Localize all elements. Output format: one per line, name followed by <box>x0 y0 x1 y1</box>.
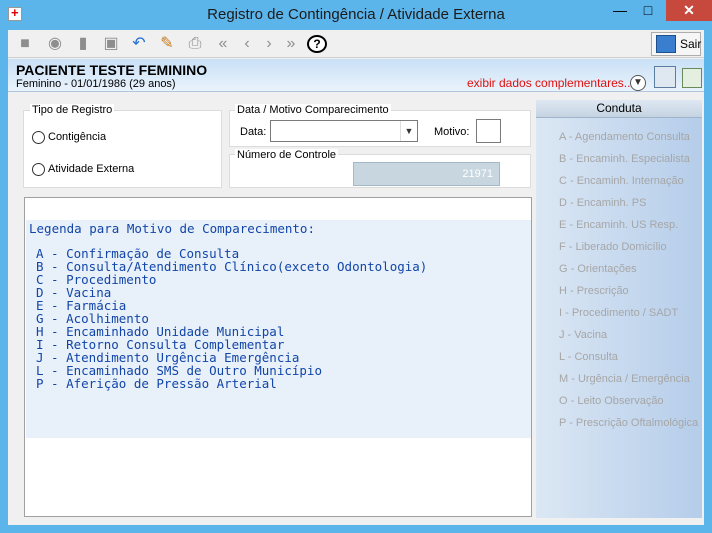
comparecimento-group: Data / Motivo Comparecimento Data: ▼ Mot… <box>229 104 531 147</box>
conduta-item[interactable]: P - Prescrição Oftalmológica <box>559 416 698 438</box>
conduta-item[interactable]: O - Leito Observação <box>559 394 698 416</box>
legend-title: Legenda para Motivo de Comparecimento: <box>29 221 315 236</box>
comparecimento-label: Data / Motivo Comparecimento <box>235 104 391 116</box>
title-bar: Registro de Contingência / Atividade Ext… <box>0 0 712 30</box>
conduta-item[interactable]: C - Encaminh. Internação <box>559 174 698 196</box>
toolbar: ■ ◉ ▮ ▣ ↶ ✎ ⎙ « ‹ › » ? Sair <box>8 30 704 58</box>
minimize-button[interactable]: — <box>606 0 634 21</box>
data-select[interactable]: ▼ <box>270 120 418 142</box>
tipo-registro-label: Tipo de Registro <box>30 104 115 116</box>
radio-atividade-externa[interactable] <box>32 163 45 176</box>
conduta-item[interactable]: L - Consulta <box>559 350 698 372</box>
conduta-item[interactable]: J - Vacina <box>559 328 698 350</box>
last-icon[interactable]: » <box>280 33 302 55</box>
conduta-item[interactable]: F - Liberado Domicílio <box>559 240 698 262</box>
conduta-panel: Conduta A - Agendamento Consulta B - Enc… <box>536 100 702 518</box>
patient-info: Feminino - 01/01/1986 (29 anos) <box>16 78 176 90</box>
conduta-item[interactable]: G - Orientações <box>559 262 698 284</box>
conduta-item[interactable]: A - Agendamento Consulta <box>559 130 698 152</box>
patient-profile-icon[interactable] <box>682 68 702 88</box>
conduta-item[interactable]: E - Encaminh. US Resp. <box>559 218 698 240</box>
chevron-down-icon[interactable]: ▼ <box>400 121 417 141</box>
controle-number-field: 21971 <box>353 162 500 186</box>
tipo-registro-group: Tipo de Registro Contigência Atividade E… <box>23 104 222 188</box>
patient-record-icon[interactable] <box>654 66 676 88</box>
controle-group: Número de Controle 21971 <box>229 149 531 188</box>
next-icon[interactable]: › <box>258 33 280 55</box>
exit-door-icon <box>656 35 676 53</box>
print-icon[interactable]: ⎙ <box>184 33 206 55</box>
data-label: Data: <box>240 126 267 138</box>
patient-header: PACIENTE TESTE FEMININO Feminino - 01/01… <box>8 59 704 92</box>
trash-icon[interactable]: ▣ <box>100 33 122 55</box>
controle-label: Número de Controle <box>235 149 339 161</box>
legend-item: P - Aferição de Pressão Arterial <box>36 376 277 391</box>
conduta-list: A - Agendamento Consulta B - Encaminh. E… <box>559 130 698 438</box>
first-icon[interactable]: « <box>212 33 234 55</box>
patient-name: PACIENTE TESTE FEMININO <box>16 62 208 78</box>
conduta-item[interactable]: H - Prescrição <box>559 284 698 306</box>
conduta-item[interactable]: D - Encaminh. PS <box>559 196 698 218</box>
edit-icon[interactable]: ✎ <box>156 33 178 55</box>
close-button[interactable]: ✕ <box>666 0 712 21</box>
motivo-label: Motivo: <box>434 126 470 138</box>
radio-atividade-externa-label[interactable]: Atividade Externa <box>48 163 134 175</box>
undo-icon[interactable]: ↶ <box>128 33 150 55</box>
conduta-item[interactable]: I - Procedimento / SADT <box>559 306 698 328</box>
sair-label: Sair <box>680 37 702 51</box>
eraser-icon[interactable]: ▮ <box>72 33 94 55</box>
legend-list: A - Confirmação de Consulta B - Consulta… <box>36 247 427 390</box>
chevron-down-icon[interactable]: ▼ <box>630 75 646 91</box>
help-icon[interactable]: ? <box>306 33 328 55</box>
show-extra-data-link[interactable]: exibir dados complementares... <box>467 76 634 90</box>
radio-contingencia-label[interactable]: Contigência <box>48 131 106 143</box>
legend-panel: Legenda para Motivo de Comparecimento: A… <box>24 197 532 517</box>
conduta-item[interactable]: B - Encaminh. Especialista <box>559 152 698 174</box>
conduta-header: Conduta <box>536 100 702 118</box>
search-icon[interactable]: ◉ <box>44 33 66 55</box>
main-window: Registro de Contingência / Atividade Ext… <box>0 0 712 533</box>
new-icon[interactable]: ■ <box>14 33 36 55</box>
legend-content: Legenda para Motivo de Comparecimento: A… <box>26 220 531 438</box>
client-area: ■ ◉ ▮ ▣ ↶ ✎ ⎙ « ‹ › » ? Sair PACIENTE TE… <box>8 30 704 525</box>
sair-button[interactable]: Sair <box>651 32 701 56</box>
conduta-item[interactable]: M - Urgência / Emergência <box>559 372 698 394</box>
prev-icon[interactable]: ‹ <box>236 33 258 55</box>
maximize-button[interactable]: □ <box>634 0 662 21</box>
motivo-input[interactable] <box>476 119 501 143</box>
radio-contingencia[interactable] <box>32 131 45 144</box>
